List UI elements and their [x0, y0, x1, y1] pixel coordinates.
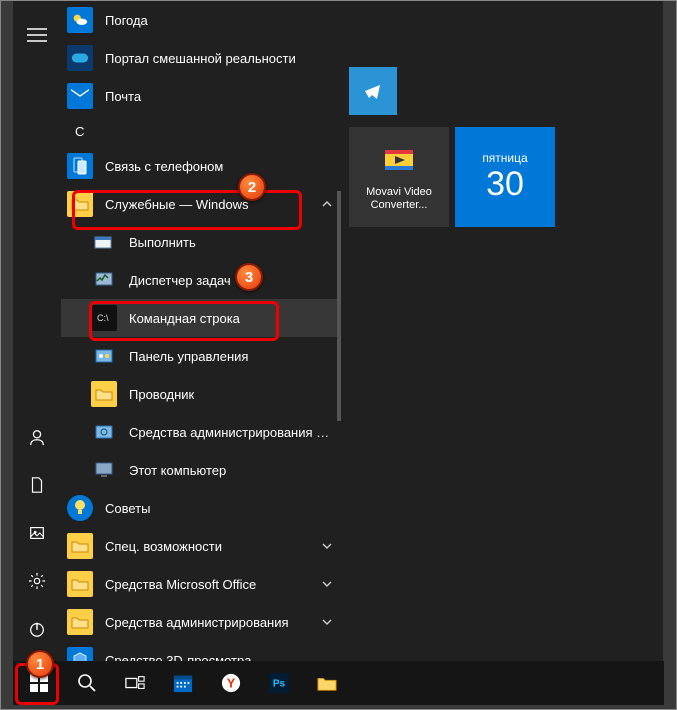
- app-label: Портал смешанной реальности: [105, 51, 341, 66]
- app-label: Панель управления: [129, 349, 341, 364]
- taskbar-explorer[interactable]: [303, 661, 351, 705]
- app-this-pc[interactable]: Этот компьютер: [61, 451, 341, 489]
- app-run[interactable]: Выполнить: [61, 223, 341, 261]
- marker-2: 2: [238, 173, 266, 201]
- svg-text:C:\: C:\: [97, 313, 109, 323]
- app-list: Погода Портал смешанной реальности Почта…: [61, 1, 341, 661]
- tile-label: Movavi Video Converter...: [353, 186, 445, 212]
- taskview-button[interactable]: [111, 661, 159, 705]
- app-3d-viewer[interactable]: Средство 3D-просмотра: [61, 641, 341, 661]
- marker-1: 1: [26, 650, 54, 678]
- app-label: Проводник: [129, 387, 341, 402]
- tile-movavi[interactable]: Movavi Video Converter...: [349, 127, 449, 227]
- taskbar: Y Ps: [13, 661, 664, 705]
- app-label: Советы: [105, 501, 341, 516]
- app-cmd[interactable]: C:\ Командная строка: [61, 299, 341, 337]
- tile-calendar[interactable]: пятница 30: [455, 127, 555, 227]
- marker-3: 3: [235, 263, 263, 291]
- taskbar-photoshop[interactable]: Ps: [255, 661, 303, 705]
- app-phone-link[interactable]: Связь с телефоном: [61, 147, 341, 185]
- app-admin-tools-short[interactable]: Средства администрирования Wi...: [61, 413, 341, 451]
- app-label: Этот компьютер: [129, 463, 341, 478]
- tile-area: Movavi Video Converter... пятница 30: [341, 1, 663, 661]
- documents-button[interactable]: [13, 461, 61, 509]
- app-label: Средства администрирования: [105, 615, 313, 630]
- taskbar-yandex[interactable]: Y: [207, 661, 255, 705]
- app-tips[interactable]: Советы: [61, 489, 341, 527]
- svg-text:Y: Y: [227, 676, 236, 691]
- taskbar-calendar[interactable]: [159, 661, 207, 705]
- calendar-date: 30: [486, 165, 524, 204]
- start-menu: Погода Портал смешанной реальности Почта…: [13, 1, 663, 661]
- start-rail: [13, 1, 61, 661]
- pictures-button[interactable]: [13, 509, 61, 557]
- letter-header-c[interactable]: С: [61, 115, 341, 147]
- power-button[interactable]: [13, 605, 61, 653]
- settings-button[interactable]: [13, 557, 61, 605]
- app-weather[interactable]: Погода: [61, 1, 341, 39]
- app-ms-office[interactable]: Средства Microsoft Office: [61, 565, 341, 603]
- app-label: Средство 3D-просмотра: [105, 653, 341, 662]
- app-label: Выполнить: [129, 235, 341, 250]
- app-label: Почта: [105, 89, 341, 104]
- user-button[interactable]: [13, 413, 61, 461]
- calendar-day: пятница: [482, 151, 527, 165]
- search-button[interactable]: [63, 661, 111, 705]
- app-control-panel[interactable]: Панель управления: [61, 337, 341, 375]
- app-mail[interactable]: Почта: [61, 77, 341, 115]
- app-mixed-reality[interactable]: Портал смешанной реальности: [61, 39, 341, 77]
- app-label: Связь с телефоном: [105, 159, 341, 174]
- app-task-manager[interactable]: Диспетчер задач: [61, 261, 341, 299]
- app-label: Служебные — Windows: [105, 197, 313, 212]
- app-system-windows[interactable]: Служебные — Windows: [61, 185, 341, 223]
- tile-telegram[interactable]: [349, 67, 397, 115]
- app-label: Средства администрирования Wi...: [129, 425, 341, 440]
- app-label: Спец. возможности: [105, 539, 313, 554]
- app-explorer[interactable]: Проводник: [61, 375, 341, 413]
- scrollbar[interactable]: [337, 1, 341, 661]
- app-label: Командная строка: [129, 311, 341, 326]
- app-label: Средства Microsoft Office: [105, 577, 313, 592]
- svg-text:Ps: Ps: [273, 679, 286, 690]
- app-accessibility[interactable]: Спец. возможности: [61, 527, 341, 565]
- app-admin-tools[interactable]: Средства администрирования: [61, 603, 341, 641]
- app-label: Погода: [105, 13, 341, 28]
- hamburger-button[interactable]: [13, 11, 61, 59]
